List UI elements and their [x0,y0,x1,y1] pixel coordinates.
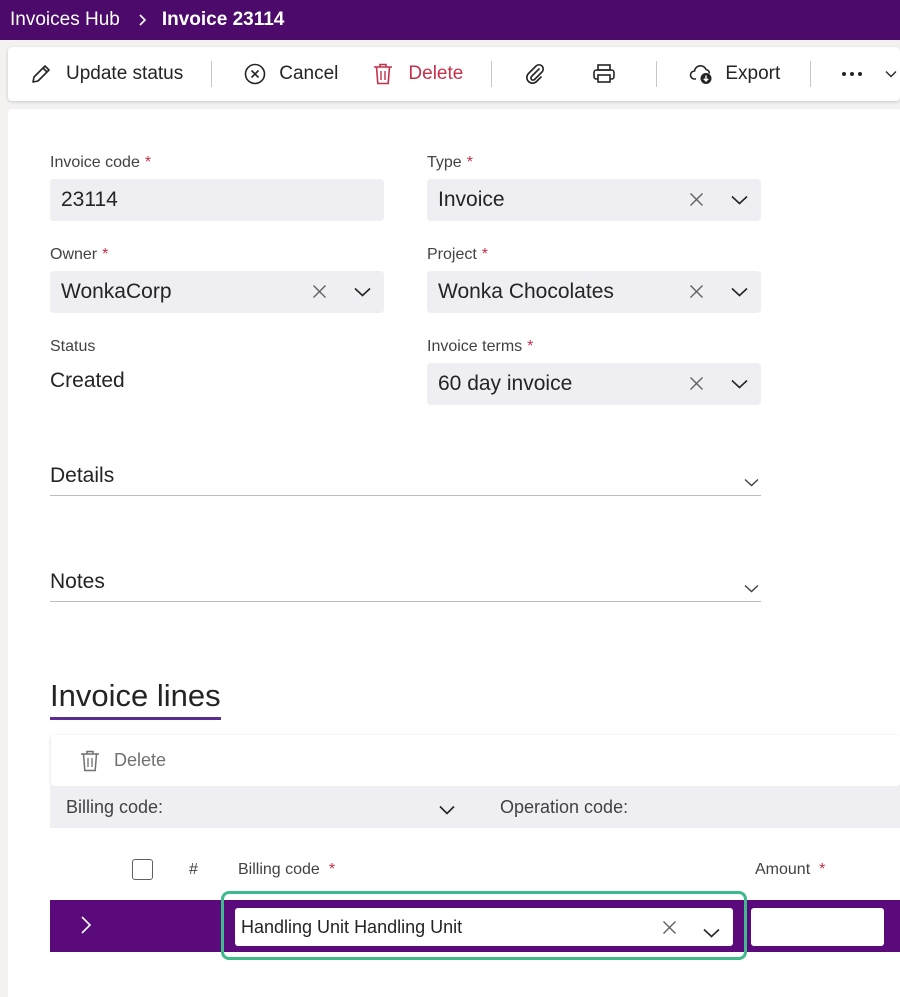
print-button[interactable] [592,47,616,101]
update-status-label: Update status [66,63,184,84]
cloud-export-icon [689,62,715,86]
type-label: Type * [427,154,473,171]
details-section-title: Details [50,463,115,487]
delete-button[interactable]: Delete [372,47,463,101]
column-header-amount[interactable]: Amount * [755,861,825,879]
app-header: Invoices Hub Invoice 23114 [0,0,900,40]
invoice-terms-value: 60 day invoice [438,372,573,395]
owner-value: WonkaCorp [61,280,172,303]
type-select[interactable]: Invoice [427,179,761,221]
chevron-down-icon [744,575,759,599]
clear-icon[interactable] [689,192,704,207]
toolbar-divider [491,61,493,87]
billing-code-cell-value: Handling Unit Handling Unit [241,916,463,937]
chevron-down-icon [744,469,759,493]
more-commands-button[interactable] [841,47,897,101]
paperclip-icon [524,63,546,85]
cancel-label: Cancel [279,63,339,84]
command-bar: Update status Cancel Delete Export [8,47,900,101]
invoice-terms-label: Invoice terms * [427,338,534,355]
pencil-icon [30,63,52,85]
notes-section-header[interactable]: Notes [50,562,761,602]
amount-cell-input[interactable] [751,908,884,946]
operation-code-filter-label[interactable]: Operation code: [500,797,628,818]
toolbar-divider [810,61,812,87]
owner-label: Owner * [50,246,109,263]
clear-icon[interactable] [689,284,704,299]
trash-icon [372,62,394,86]
delete-line-button[interactable]: Delete [79,735,166,786]
status-label: Status [50,338,96,355]
invoice-code-field[interactable]: 23114 [50,179,384,221]
printer-icon [592,63,616,85]
breadcrumb-current: Invoice 23114 [161,9,285,30]
update-status-button[interactable]: Update status [30,47,183,101]
invoice-terms-select[interactable]: 60 day invoice [427,363,761,405]
select-all-checkbox[interactable] [132,859,153,880]
status-value: Created [50,369,125,392]
column-header-number: # [189,861,198,878]
invoice-lines-tab-indicator [50,717,221,720]
cancel-circle-icon [244,63,266,85]
owner-select[interactable]: WonkaCorp [50,271,384,313]
chevron-down-icon [885,70,897,78]
type-value: Invoice [438,188,505,211]
cancel-button[interactable]: Cancel [244,47,338,101]
invoice-lines-grid-header: # Billing code * Amount * [50,850,900,890]
chevron-right-icon[interactable] [80,915,92,940]
clear-icon[interactable] [689,376,704,391]
export-button[interactable]: Export [689,47,780,101]
clear-icon[interactable] [312,284,327,299]
chevron-down-icon[interactable] [731,287,748,297]
project-label: Project * [427,246,489,263]
chevron-down-icon[interactable] [703,922,720,943]
invoice-lines-tab[interactable]: Invoice lines [50,678,221,714]
details-section-header[interactable]: Details [50,456,761,496]
project-select[interactable]: Wonka Chocolates [427,271,761,313]
column-header-billing-code[interactable]: Billing code * [238,861,335,879]
chevron-down-icon[interactable] [731,379,748,389]
billing-code-cell-input[interactable]: Handling Unit Handling Unit [235,908,733,946]
delete-line-label: Delete [114,750,167,770]
chevron-down-icon[interactable] [731,195,748,205]
toolbar-divider [656,61,658,87]
clear-icon[interactable] [662,919,677,940]
chevron-down-icon[interactable] [354,287,371,297]
billing-code-filter-label[interactable]: Billing code: [66,797,163,818]
notes-section-title: Notes [50,569,105,593]
invoice-code-label: Invoice code * [50,154,152,171]
trash-icon [79,749,101,773]
invoice-lines-command-bar: Delete [51,735,900,786]
export-label: Export [725,63,781,84]
project-value: Wonka Chocolates [438,280,614,303]
more-horizontal-icon [841,71,863,77]
chevron-down-icon[interactable] [439,799,455,820]
invoice-code-value: 23114 [61,188,118,211]
breadcrumb-root[interactable]: Invoices Hub [10,9,120,31]
attach-button[interactable] [524,47,546,101]
chevron-right-icon [138,14,148,26]
delete-label: Delete [408,63,464,84]
toolbar-divider [211,61,213,87]
invoice-lines-filter-bar: Billing code: Operation code: [50,786,900,828]
